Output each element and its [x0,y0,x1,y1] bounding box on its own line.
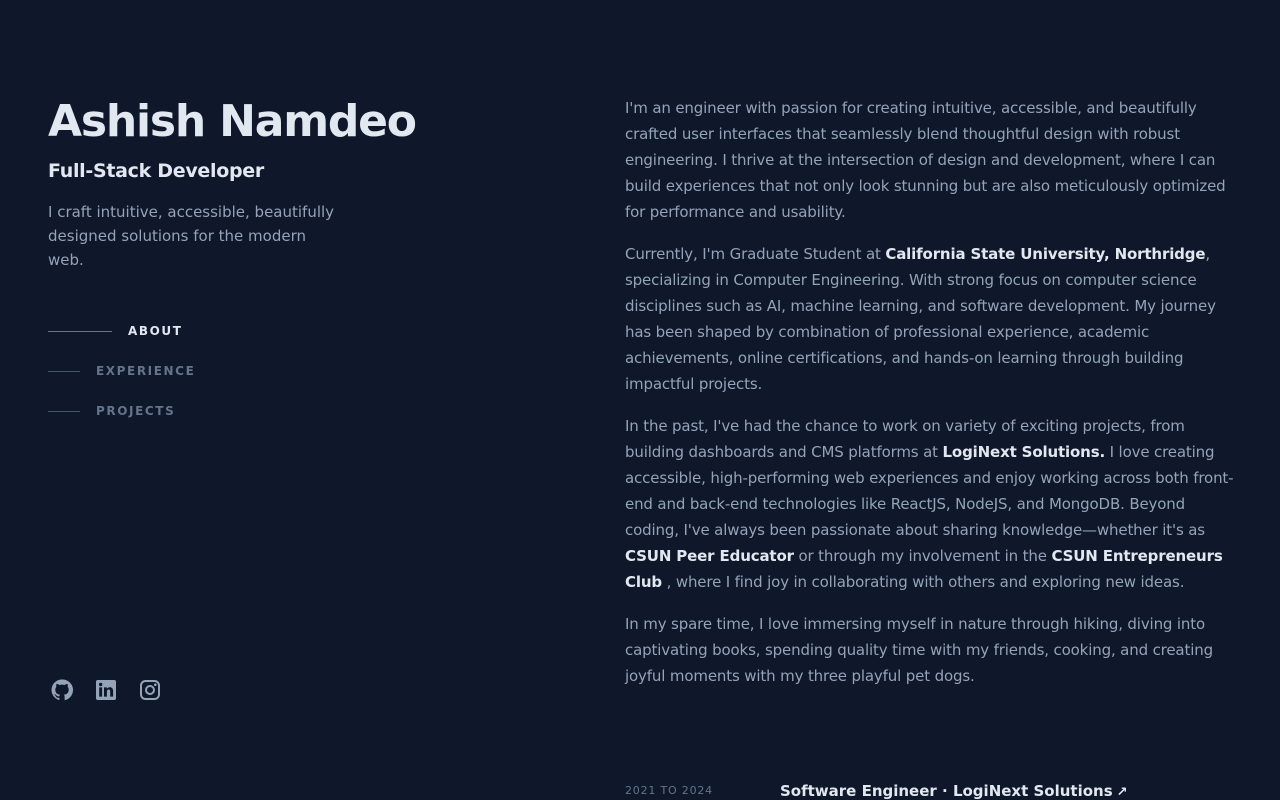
portfolio-page: Ashish Namdeo Full-Stack Developer I cra… [0,0,1280,800]
nav-item-projects[interactable]: PROJECTS [48,400,195,422]
peer-educator-link[interactable]: CSUN Peer Educator [625,547,794,565]
csun-link[interactable]: California State University, Northridge [885,245,1205,263]
nav-item-label: PROJECTS [96,404,176,418]
social-links [50,678,162,702]
nav-item-label: EXPERIENCE [96,364,196,378]
arrow-up-right-icon: ↗ [1116,785,1128,800]
nav-indicator-line [48,370,80,372]
about-section: I'm an engineer with passion for creatin… [625,95,1235,705]
instagram-icon[interactable] [138,678,162,702]
nav-indicator-line [48,410,80,412]
nav-item-about[interactable]: ABOUT [48,320,195,342]
experience-date: 2021 TO 2024 [625,784,713,797]
about-paragraph-3: In the past, I've had the chance to work… [625,417,1234,591]
tagline: I craft intuitive, accessible, beautiful… [48,203,335,269]
nav-item-experience[interactable]: EXPERIENCE [48,360,195,382]
experience-item: 2021 TO 2024 Software Engineer · LogiNex… [625,780,1235,800]
about-paragraph-4: In my spare time, I love immersing mysel… [625,615,1213,685]
about-paragraph-2: Currently, I'm Graduate Student at Calif… [625,245,1216,393]
page-title: Ashish Namdeo [48,96,417,147]
loginext-link[interactable]: LogiNext Solutions. [943,443,1106,461]
header: Ashish Namdeo Full-Stack Developer I cra… [48,96,448,272]
github-icon[interactable] [50,678,74,702]
linkedin-icon[interactable] [94,678,118,702]
role-subtitle: Full-Stack Developer [48,160,264,182]
experience-title: Software Engineer · LogiNext Solutions [780,782,1113,800]
nav-indicator-line [48,330,112,332]
experience-title-link[interactable]: Software Engineer · LogiNext Solutions ↗ [780,780,1128,800]
about-paragraph-1: I'm an engineer with passion for creatin… [625,99,1226,221]
nav-item-label: ABOUT [128,324,183,338]
section-nav: ABOUT EXPERIENCE PROJECTS [48,320,195,440]
